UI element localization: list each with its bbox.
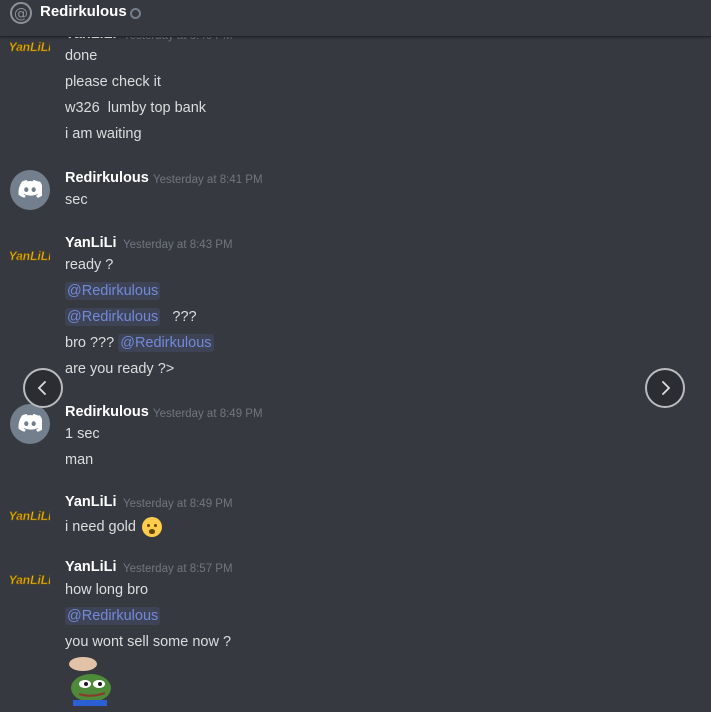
channel-title[interactable]: Redirkulous <box>40 3 127 20</box>
timestamp: Yesterday at 8:49 PM <box>153 408 263 420</box>
next-button[interactable] <box>645 368 685 408</box>
message-text: bro ??? @Redirkulous <box>65 334 214 352</box>
avatar[interactable]: YanLiLi <box>8 558 52 598</box>
message-text: man <box>65 452 94 468</box>
message-text: i need gold <box>65 517 162 537</box>
svg-text:YanLiLi: YanLiLi <box>10 40 50 54</box>
message-text: done <box>65 48 98 64</box>
chevron-left-icon <box>37 381 46 395</box>
message-text: how long bro <box>65 582 149 598</box>
username[interactable]: Redirkulous <box>65 404 149 420</box>
message-text: please check it <box>65 74 161 90</box>
user-mention[interactable]: @Redirkulous <box>65 282 161 300</box>
previous-button[interactable] <box>23 368 63 408</box>
user-mention[interactable]: @Redirkulous <box>118 334 214 352</box>
user-mention[interactable]: @Redirkulous <box>65 607 161 625</box>
message-text: bro ??? <box>65 335 115 351</box>
message-text: ??? <box>172 309 197 325</box>
chevron-right-icon <box>662 381 671 395</box>
yanlili-logo-icon: YanLiLi <box>8 249 52 264</box>
message-text: you wont sell some now ? <box>65 634 232 650</box>
yanlili-logo-icon: YanLiLi <box>8 509 52 524</box>
avatar[interactable]: YanLiLi <box>8 234 52 274</box>
timestamp: Yesterday at 8:57 PM <box>123 563 233 575</box>
timestamp: Yesterday at 8:41 PM <box>153 174 263 186</box>
username[interactable]: YanLiLi <box>65 235 117 251</box>
discord-logo-icon <box>18 180 42 198</box>
message-text: are you ready ?> <box>65 361 175 377</box>
message-text: w326 lumby top bank <box>65 100 207 116</box>
message-text: i need gold <box>65 518 136 535</box>
frowning-face-emoji-icon[interactable] <box>141 517 162 537</box>
svg-text:YanLiLi: YanLiLi <box>10 573 50 587</box>
message-text: 1 sec <box>65 426 100 442</box>
username[interactable]: YanLiLi <box>65 494 117 510</box>
avatar[interactable] <box>10 404 50 444</box>
username[interactable]: YanLiLi <box>65 559 117 575</box>
svg-text:YanLiLi: YanLiLi <box>10 249 50 263</box>
message-text: i am waiting <box>65 126 142 142</box>
message-text: @Redirkulous <box>65 607 161 625</box>
message-text: sec <box>65 192 88 208</box>
discord-logo-icon <box>18 414 42 432</box>
username[interactable]: Redirkulous <box>65 170 149 186</box>
message-text: @Redirkulous ??? <box>65 308 197 326</box>
message-list: YanLiLi YanLiLi Yesterday at 8:40 PM don… <box>0 0 711 712</box>
svg-text:YanLiLi: YanLiLi <box>10 509 50 523</box>
at-icon: @ <box>10 2 32 24</box>
avatar[interactable] <box>10 170 50 210</box>
yanlili-logo-icon: YanLiLi <box>8 573 52 588</box>
channel-header: @ Redirkulous <box>0 0 711 37</box>
offline-status-icon <box>130 8 141 19</box>
pepe-sticker-image[interactable] <box>65 656 113 706</box>
message-text: @Redirkulous <box>65 282 161 300</box>
timestamp: Yesterday at 8:49 PM <box>123 498 233 510</box>
timestamp: Yesterday at 8:43 PM <box>123 239 233 251</box>
user-mention[interactable]: @Redirkulous <box>65 308 161 326</box>
avatar[interactable]: YanLiLi <box>8 494 52 534</box>
message-text: ready ? <box>65 257 114 273</box>
